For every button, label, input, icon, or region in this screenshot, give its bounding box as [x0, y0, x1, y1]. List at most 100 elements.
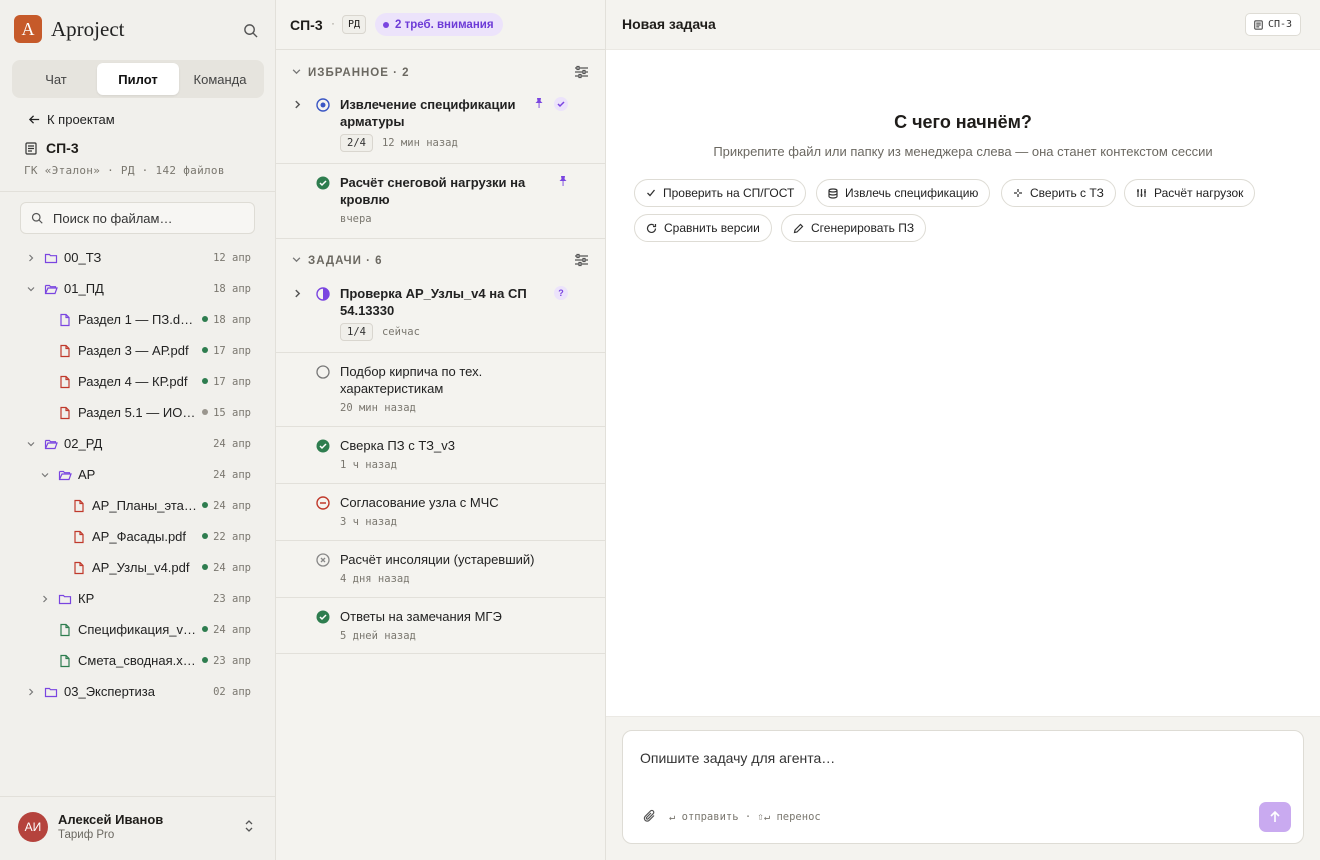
task-item[interactable]: Сверка ПЗ с ТЗ_v3 1 ч назад — [276, 427, 605, 484]
quick-action-generate-pz[interactable]: Сгенерировать ПЗ — [781, 214, 927, 242]
status-dot — [202, 626, 208, 632]
quick-action-label: Сравнить версии — [664, 221, 760, 235]
status-dot — [202, 347, 208, 353]
tree-item-folder[interactable]: 03_Экспертиза 02 апр — [0, 676, 276, 707]
search-icon[interactable] — [240, 20, 260, 40]
arrow-up-icon — [1270, 811, 1280, 822]
task-title: Расчёт инсоляции (устаревший) — [340, 552, 535, 567]
tab-chat[interactable]: Чат — [15, 63, 97, 95]
tasks-section-header[interactable]: ЗАДАЧИ · 6 — [276, 247, 605, 275]
quick-action-compare-tz[interactable]: Сверить с ТЗ — [1001, 179, 1116, 207]
filter-sliders-icon[interactable] — [574, 65, 589, 79]
search-icon — [31, 212, 43, 224]
tree-item-date: 24 апр — [213, 561, 251, 574]
tree-item-file[interactable]: Раздел 1 — ПЗ.docx 18 апр — [0, 304, 276, 335]
pdf-file-icon — [60, 344, 70, 357]
tree-item-label: Раздел 1 — ПЗ.docx — [78, 312, 200, 327]
folder-open-icon — [58, 470, 72, 480]
task-time: 5 дней назад — [340, 630, 416, 642]
quick-action-label: Проверить на СП/ГОСТ — [663, 186, 795, 200]
task-item[interactable]: Извлечение спецификации арматуры 2/4 12 … — [276, 88, 605, 164]
context-tag[interactable]: СП-3 — [1245, 13, 1302, 36]
pin-icon[interactable] — [534, 97, 544, 109]
task-item[interactable]: Согласование узла с МЧС 3 ч назад — [276, 484, 605, 541]
document-icon — [1254, 19, 1263, 30]
quick-action-extract-spec[interactable]: Извлечь спецификацию — [816, 179, 991, 207]
tree-item-date: 17 апр — [213, 344, 251, 357]
new-task-panel: Новая задача СП-3 С чего начнём? Прикреп… — [606, 0, 1320, 860]
brand[interactable]: A Aproject — [14, 15, 124, 43]
stage-tag: РД — [342, 15, 367, 34]
attention-label: 2 треб. внимания — [395, 18, 494, 31]
back-to-projects-link[interactable]: К проектам — [28, 112, 115, 127]
attention-badge[interactable]: 2 треб. внимания — [375, 13, 503, 36]
chevron-right-icon[interactable] — [293, 289, 302, 298]
chevron-right-icon[interactable] — [39, 593, 51, 605]
needs-attention-badge[interactable]: ? — [554, 286, 568, 300]
brand-name: Aproject — [51, 16, 125, 41]
task-item[interactable]: Подбор кирпича по тех. характеристикам 2… — [276, 353, 605, 427]
tree-item-folder[interactable]: 01_ПД 18 апр — [0, 273, 276, 304]
tab-team[interactable]: Команда — [179, 63, 261, 95]
attention-dot — [383, 21, 389, 28]
chevron-down-icon[interactable] — [292, 67, 301, 76]
tree-item-file[interactable]: Смета_сводная.xl… 23 апр — [0, 645, 276, 676]
project-meta: ГК «Эталон» · РД · 142 файлов — [24, 164, 225, 177]
chevron-down-icon[interactable] — [25, 438, 37, 450]
task-item[interactable]: Расчёт инсоляции (устаревший) 4 дня наза… — [276, 541, 605, 598]
task-item[interactable]: Ответы на замечания МГЭ 5 дней назад — [276, 598, 605, 654]
tree-item-file[interactable]: АР_Узлы_v4.pdf 24 апр — [0, 552, 276, 583]
tree-item-date: 23 апр — [213, 592, 251, 605]
tree-item-folder[interactable]: АР 24 апр — [0, 459, 276, 490]
tree-item-file[interactable]: АР_Фасады.pdf 22 апр — [0, 521, 276, 552]
folder-open-icon — [44, 284, 58, 294]
chevron-right-icon[interactable] — [25, 686, 37, 698]
tree-item-folder[interactable]: 00_ТЗ 12 апр — [0, 242, 276, 273]
tree-item-file[interactable]: Раздел 4 — КР.pdf 17 апр — [0, 366, 276, 397]
section-label: ИЗБРАННОЕ · 2 — [308, 67, 410, 79]
chevron-down-icon[interactable] — [39, 469, 51, 481]
chevron-down-icon[interactable] — [292, 255, 301, 264]
back-label: К проектам — [47, 112, 115, 127]
tab-pilot[interactable]: Пилот — [97, 63, 179, 95]
sliders-icon — [1137, 189, 1146, 197]
pdf-file-icon — [60, 375, 70, 388]
pin-icon[interactable] — [558, 175, 568, 187]
task-item[interactable]: Проверка АР_Узлы_v4 на СП 54.13330 1/4 с… — [276, 276, 605, 353]
task-meta: 1/4 сейчас — [340, 323, 420, 341]
paperclip-icon[interactable] — [643, 809, 656, 823]
in-progress-status-icon — [316, 98, 330, 112]
file-search-input[interactable]: Поиск по файлам… — [20, 202, 255, 234]
quick-action-check-standards[interactable]: Проверить на СП/ГОСТ — [634, 179, 807, 207]
user-profile[interactable]: АИ Алексей Иванов Тариф Pro — [0, 796, 276, 860]
task-time: 4 дня назад — [340, 573, 410, 585]
quick-action-load-calc[interactable]: Расчёт нагрузок — [1124, 179, 1256, 207]
docx-file-icon — [60, 313, 70, 326]
cancelled-status-icon — [316, 553, 330, 567]
chevron-updown-icon[interactable] — [244, 819, 254, 833]
task-composer-input[interactable]: Опишите задачу для агента… ↵ отправить ·… — [622, 730, 1304, 844]
favorites-section-header[interactable]: ИЗБРАННОЕ · 2 — [276, 59, 605, 87]
quick-action-compare-versions[interactable]: Сравнить версии — [634, 214, 772, 242]
send-button[interactable] — [1259, 802, 1291, 832]
tree-item-label: Спецификация_v… — [78, 622, 197, 637]
tree-item-label: Раздел 4 — КР.pdf — [78, 374, 188, 389]
tree-item-file[interactable]: Спецификация_v… 24 апр — [0, 614, 276, 645]
tree-item-folder[interactable]: КР 23 апр — [0, 583, 276, 614]
tree-item-date: 15 апр — [213, 406, 251, 419]
chevron-right-icon[interactable] — [25, 252, 37, 264]
checked-badge — [554, 97, 568, 111]
task-title: Подбор кирпича по тех. характеристикам — [340, 364, 483, 396]
tree-item-label: Смета_сводная.xl… — [78, 653, 198, 668]
database-icon — [828, 187, 838, 199]
filter-sliders-icon[interactable] — [574, 253, 589, 267]
sparkle-icon — [1014, 189, 1022, 197]
tree-item-file[interactable]: Раздел 5.1 — ИОС… 15 апр — [0, 397, 276, 428]
divider — [0, 191, 276, 192]
tree-item-file[interactable]: Раздел 3 — АР.pdf 17 апр — [0, 335, 276, 366]
task-item[interactable]: Расчёт снеговой нагрузки на кровлю вчера — [276, 164, 605, 239]
tree-item-folder[interactable]: 02_РД 24 апр — [0, 428, 276, 459]
chevron-down-icon[interactable] — [25, 283, 37, 295]
tree-item-file[interactable]: АР_Планы_эта… 24 апр — [0, 490, 276, 521]
chevron-right-icon[interactable] — [293, 100, 302, 109]
